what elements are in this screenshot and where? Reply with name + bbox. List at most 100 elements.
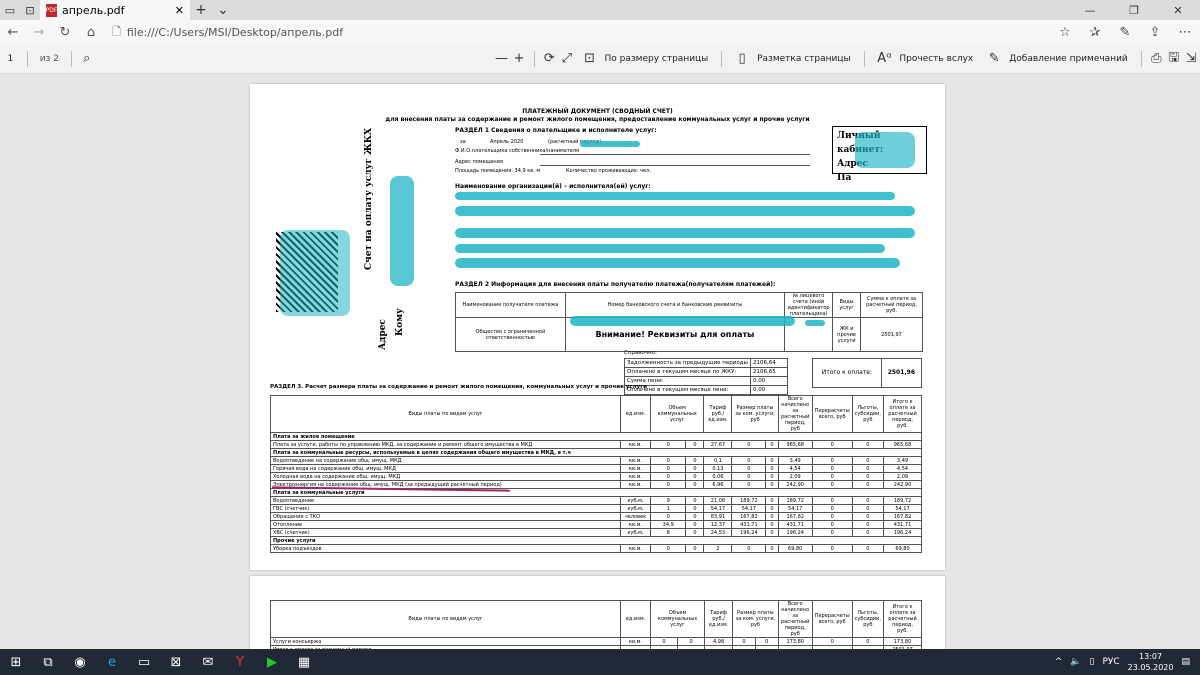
table-cell: кв.м. (620, 440, 651, 449)
read-aloud-label: Прочесть вслух (899, 53, 974, 64)
divider (721, 50, 723, 67)
window-menu-icon[interactable]: ▭ (0, 0, 20, 20)
fit-page-button[interactable]: ⊡ По размеру страницы (576, 51, 716, 66)
table-cell: куб.м. (620, 528, 651, 537)
table-row: Уборка подъездов кв.м. 0 0 2 0 0 69,80 0 0 69,80 (270, 544, 922, 553)
close-window-button[interactable]: ✕ (1156, 0, 1200, 20)
table-cell: 0 (685, 496, 705, 505)
tab-list-chevron-icon[interactable]: ⌄ (212, 0, 234, 20)
page-layout-button[interactable]: ▯ Разметка страницы (728, 51, 858, 66)
favorites-list-icon[interactable]: ✰ (1080, 25, 1110, 40)
add-notes-button[interactable]: ✎ Добавление примечаний (980, 51, 1135, 66)
table-header-cell: ед.изм. (620, 395, 651, 433)
table-cell: Водоотведение (270, 496, 621, 505)
table-cell: 242,90 (883, 480, 922, 489)
table-header-row: Виды платы по видам услуг ед.изм. Объем … (270, 600, 922, 638)
table-cell: 189,72 (777, 496, 813, 505)
zoom-in-icon[interactable]: + (510, 51, 527, 66)
volume-icon[interactable]: 🔈 (1070, 657, 1081, 667)
table-cell: 0 (649, 464, 687, 473)
table-cell: Отопление (270, 520, 621, 529)
tab-pdf[interactable]: PDF апрель.pdf ✕ (40, 0, 190, 20)
table-row: Сумма пени: 0,00 (624, 376, 788, 386)
table-cell: 27,67 (703, 440, 733, 449)
vertical-address-label: Адрес (378, 319, 388, 350)
pdf-viewer[interactable]: ПЛАТЕЖНЫЙ ДОКУМЕНТ (СВОДНЫЙ СЧЕТ) для вн… (0, 74, 1200, 649)
network-icon[interactable]: ▯ (1090, 657, 1095, 667)
edge-browser-icon[interactable]: e (96, 649, 128, 675)
minimize-button[interactable]: — (1068, 0, 1112, 20)
table-header-cell: Всего начислено за расчетный период, руб (777, 600, 813, 638)
alice-assistant-icon[interactable]: ◉ (64, 649, 96, 675)
rotate-icon[interactable]: ⟳ (541, 51, 558, 66)
clock[interactable]: 13:07 23.05.2020 (1128, 651, 1174, 673)
redaction-scribble (455, 228, 915, 238)
table-cell: 0 (851, 637, 885, 646)
read-aloud-button[interactable]: Aᵅ Прочесть вслух (870, 51, 980, 66)
table-header-row: Виды платы по видам услуг ед.изм. Объем … (270, 395, 922, 433)
taskbar: ⊞ ⧉ ◉ e ▭ ⊠ ✉ Y ▶ ▦ ^ 🔈 ▯ РУС 13:07 23.0… (0, 649, 1200, 675)
share-icon[interactable]: ⇪ (1140, 25, 1170, 40)
refresh-icon[interactable]: ↻ (52, 25, 78, 40)
yandex-browser-icon[interactable]: Y (224, 649, 256, 675)
pin-toolbar-icon[interactable]: ⇲ (1183, 51, 1200, 66)
more-menu-icon[interactable]: ⋯ (1170, 25, 1200, 40)
period-value: Апрель 2020 (490, 139, 524, 145)
tray-chevron-icon[interactable]: ^ (1055, 657, 1063, 667)
calculator-icon[interactable]: ▦ (288, 649, 320, 675)
table-cell: 0 (811, 464, 853, 473)
notifications-icon[interactable]: ▤ (1181, 657, 1190, 667)
page-number-input[interactable]: 1 (0, 54, 21, 64)
input-language[interactable]: РУС (1102, 657, 1119, 667)
mail-icon[interactable]: ✉ (192, 649, 224, 675)
table-cell: 0 (765, 528, 779, 537)
table-cell: 0 (685, 528, 705, 537)
table-cell: 0 (765, 480, 779, 489)
table-cell: 0 (731, 456, 767, 465)
close-tab-icon[interactable]: ✕ (175, 4, 184, 17)
reading-list-icon[interactable]: ✎ (1110, 25, 1140, 40)
url-text: file:///C:/Users/MSI/Desktop/апрель.pdf (126, 25, 344, 39)
table-cell: 2106,64 (750, 358, 788, 368)
video-app-icon[interactable]: ▶ (256, 649, 288, 675)
url-field[interactable]: 🗋 file:///C:/Users/MSI/Desktop/апрель.pd… (112, 23, 1050, 42)
table-cell: 0 (754, 637, 779, 646)
fullscreen-icon[interactable]: ⤢ (558, 51, 575, 66)
table-cell: 965,68 (883, 440, 922, 449)
zoom-out-icon[interactable]: — (493, 51, 510, 66)
table-cell: 4,54 (883, 464, 922, 473)
back-arrow-icon[interactable]: ← (0, 25, 26, 40)
charges-table-page-2: Виды платы по видам услуг ед.изм. Объем … (270, 600, 922, 649)
favorite-star-icon[interactable]: ☆ (1050, 25, 1080, 40)
table-header-row: Наименование получателя платежа Номер ба… (455, 292, 923, 318)
divider (71, 50, 73, 67)
table-cell: 4,54 (777, 464, 813, 473)
table-row: ХВС (счетчик) куб.м. 8 0 24,53 196,24 0 196,24 0… (270, 528, 922, 537)
table-header-cell: Номер банковского счета и банковские рек… (564, 292, 786, 318)
tab-actions-icon[interactable]: ⊡ (20, 0, 40, 20)
system-tray: ^ 🔈 ▯ РУС 13:07 23.05.2020 ▤ (1055, 651, 1200, 673)
start-windows-icon[interactable]: ⊞ (0, 649, 32, 675)
table-cell: 8 (649, 528, 687, 537)
task-view-icon[interactable]: ⧉ (32, 649, 64, 675)
table-cell: 2,09 (883, 472, 922, 481)
store-icon[interactable]: ⊠ (160, 649, 192, 675)
table-header-cell: Перерасчеты всего, руб (811, 600, 853, 638)
new-tab-button[interactable]: + (190, 0, 212, 20)
redaction-scribble (390, 176, 414, 286)
table-cell: 0 (731, 480, 767, 489)
restore-button[interactable]: ❐ (1112, 0, 1156, 20)
table-cell: 0 (851, 504, 885, 513)
table-cell: 0 (685, 520, 705, 529)
table-cell: 3,49 (777, 456, 813, 465)
forward-arrow-icon[interactable]: → (26, 25, 52, 40)
save-icon[interactable]: 🖫 (1165, 48, 1182, 70)
search-icon[interactable]: ⌕ (78, 51, 95, 66)
home-icon[interactable]: ⌂ (78, 25, 104, 40)
file-explorer-icon[interactable]: ▭ (128, 649, 160, 675)
table-row: Плата за жилое помещение (270, 432, 922, 441)
print-icon[interactable]: ⎙ (1148, 51, 1165, 66)
table-cell: кв.м. (620, 472, 651, 481)
table-cell: 0 (732, 637, 756, 646)
table-row: Горячая вода на содержание общ. имущ. МК… (270, 464, 922, 473)
